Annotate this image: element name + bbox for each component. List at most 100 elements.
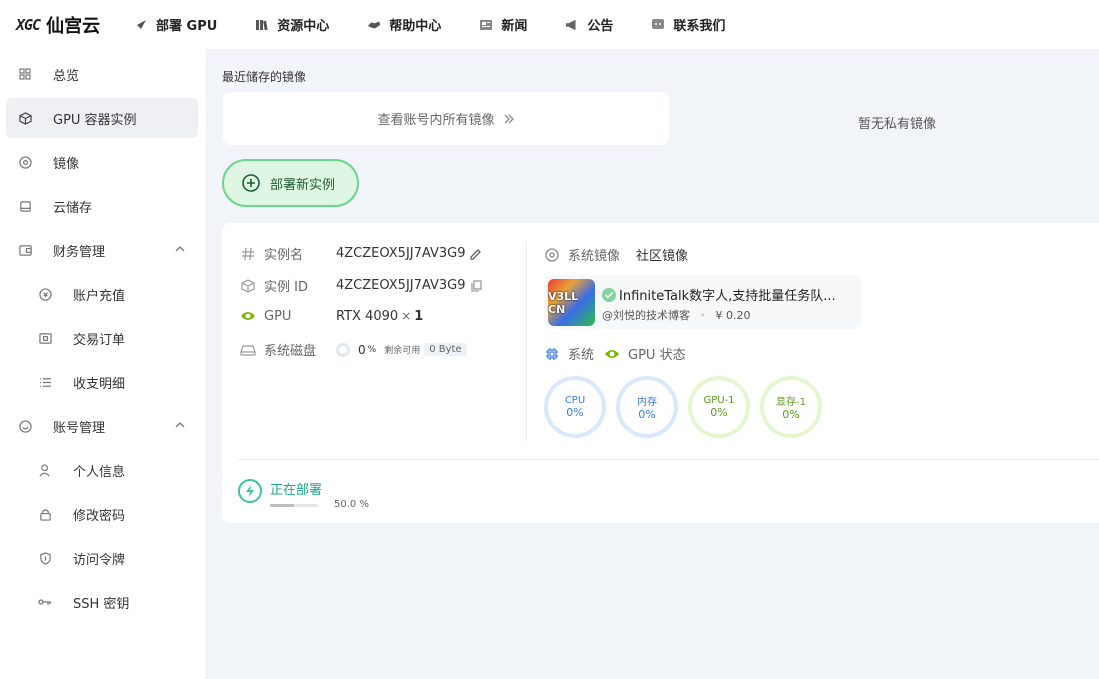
sidebar-item-ledger[interactable]: 收支明细 (6, 362, 198, 402)
status-block: 正在部署 (270, 479, 322, 507)
storage-icon (18, 199, 32, 213)
view-all-images-card[interactable]: 查看账号内所有镜像 (223, 92, 669, 145)
dashboard-icon (18, 67, 32, 81)
megaphone-icon (565, 18, 579, 32)
system-image-row: 系统镜像 社区镜像 (544, 245, 688, 264)
sidebar-item-label: 交易订单 (73, 332, 126, 348)
chat-icon (651, 18, 665, 32)
nvidia-icon (240, 308, 256, 324)
image-title-row: InfiniteTalk数字人,支持批量任务队... (602, 285, 836, 304)
nav-announcement[interactable]: 公告 (565, 15, 613, 34)
deploy-status: 正在部署 50.0 % (238, 479, 369, 510)
shield-icon (38, 551, 52, 565)
image-info-card[interactable]: V3LL CN InfiniteTalk数字人,支持批量任务队... @刘悦的技… (544, 275, 862, 329)
lock-icon (38, 507, 52, 521)
nav-contact[interactable]: 联系我们 (651, 15, 725, 34)
nav-label: 帮助中心 (389, 19, 442, 34)
image-meta: @刘悦的技术博客 • ¥ 0.20 (602, 307, 751, 323)
nav-label: 联系我们 (673, 19, 726, 34)
chip-icon (544, 346, 560, 362)
sidebar-item-ssh-keys[interactable]: SSH 密钥 (6, 582, 198, 622)
memory-meter: 内存 0% (616, 376, 678, 438)
plus-circle-icon (242, 174, 260, 192)
deploy-new-instance-button[interactable]: 部署新实例 (222, 159, 359, 207)
image-thumbnail: V3LL CN (548, 279, 595, 326)
nvidia-icon (604, 346, 620, 362)
newspaper-icon (479, 18, 493, 32)
instance-name-value: 4ZCZEOX5JJ7AV3G9 (336, 246, 466, 261)
cpu-meter: CPU 0% (544, 376, 606, 438)
sidebar-item-finance[interactable]: 财务管理 (6, 230, 198, 270)
sidebar-item-storage[interactable]: 云储存 (6, 186, 198, 226)
nav-help[interactable]: 帮助中心 (367, 15, 441, 34)
rocket-icon (134, 18, 148, 32)
progress-bar-fill (270, 504, 294, 507)
list-icon (38, 375, 52, 389)
gpu-model: RTX 4090 (336, 308, 399, 324)
meta-separator: • (699, 309, 707, 322)
instance-card: 实例名 4ZCZEOX5JJ7AV3G9 实例 ID 4ZCZEOX5JJ7AV… (222, 223, 1099, 523)
meter-value: 0% (782, 408, 800, 421)
sidebar-item-label: GPU 容器实例 (53, 112, 137, 128)
image-price: ¥ 0.20 (715, 309, 751, 322)
instance-id-value: 4ZCZEOX5JJ7AV3G9 (336, 278, 466, 293)
gpu-status-tab[interactable]: GPU 状态 (628, 344, 686, 363)
sidebar-item-label: 云储存 (53, 200, 93, 216)
sidebar-item-label: 访问令牌 (73, 552, 126, 568)
disc-icon (18, 155, 32, 169)
progress-bar (270, 504, 318, 507)
vram-meter: 显存-1 0% (760, 376, 822, 438)
books-icon (255, 18, 269, 32)
user-icon (38, 463, 52, 477)
chevron-up-icon[interactable] (174, 419, 186, 431)
progress-percent: 50.0 % (334, 499, 369, 510)
sidebar-item-recharge[interactable]: 账户充值 (6, 274, 198, 314)
sidebar-item-orders[interactable]: 交易订单 (6, 318, 198, 358)
status-tabs-row: 系统 GPU 状态 (544, 344, 686, 363)
system-tab[interactable]: 系统 (568, 344, 594, 363)
main-content: 最近储存的镜像 查看账号内所有镜像 暂无私有镜像 部署新实例 实例名 4ZCZE… (206, 49, 1099, 679)
disk-percent-unit: % (367, 344, 377, 355)
sidebar-item-tokens[interactable]: 访问令牌 (6, 538, 198, 578)
gpu-label: GPU (264, 308, 292, 324)
sidebar-item-account[interactable]: 账号管理 (6, 406, 198, 446)
meter-label: 显存-1 (776, 397, 806, 408)
column-divider (526, 241, 527, 441)
disk-row: 系统磁盘 0 % 剩余可用 0 Byte (240, 340, 467, 359)
verified-icon (602, 287, 616, 302)
cube-icon (240, 278, 256, 294)
nav-label: 公告 (587, 19, 614, 34)
sidebar-item-label: 镜像 (53, 156, 80, 172)
image-author: @刘悦的技术博客 (602, 309, 690, 322)
sidebar-item-images[interactable]: 镜像 (6, 142, 198, 182)
edit-icon[interactable] (470, 248, 482, 260)
cube-icon (18, 111, 32, 125)
smile-icon (18, 419, 32, 433)
recharge-icon (38, 287, 52, 301)
disk-free-value: 0 Byte (424, 343, 467, 356)
sidebar-item-password[interactable]: 修改密码 (6, 494, 198, 534)
nav-resources[interactable]: 资源中心 (255, 15, 329, 34)
system-image-value: 社区镜像 (636, 249, 689, 264)
sidebar-item-label: 账号管理 (53, 420, 106, 436)
instance-name-label: 实例名 (264, 248, 304, 263)
sidebar-item-profile[interactable]: 个人信息 (6, 450, 198, 490)
disc-icon (544, 247, 560, 263)
sidebar-item-label: SSH 密钥 (73, 596, 130, 612)
sidebar-item-gpu-instances[interactable]: GPU 容器实例 (6, 98, 198, 138)
nav-label: 新闻 (501, 19, 528, 34)
instance-name-row: 实例名 4ZCZEOX5JJ7AV3G9 (240, 244, 482, 263)
nav-news[interactable]: 新闻 (479, 15, 527, 34)
nav-deploy-gpu[interactable]: 部署 GPU (134, 15, 217, 34)
double-chevron-right-icon (503, 113, 515, 125)
handshake-icon (367, 18, 381, 32)
sidebar-item-label: 修改密码 (73, 508, 126, 524)
sidebar-item-label: 账户充值 (73, 288, 126, 304)
brand-name: 仙宫云 (46, 15, 101, 37)
wallet-icon (18, 243, 32, 257)
brand-logo[interactable]: XGC 仙宫云 (16, 12, 134, 38)
chevron-up-icon[interactable] (174, 243, 186, 255)
view-all-images-link[interactable]: 查看账号内所有镜像 (377, 109, 494, 128)
sidebar-item-overview[interactable]: 总览 (6, 54, 198, 94)
copy-icon[interactable] (471, 279, 483, 292)
